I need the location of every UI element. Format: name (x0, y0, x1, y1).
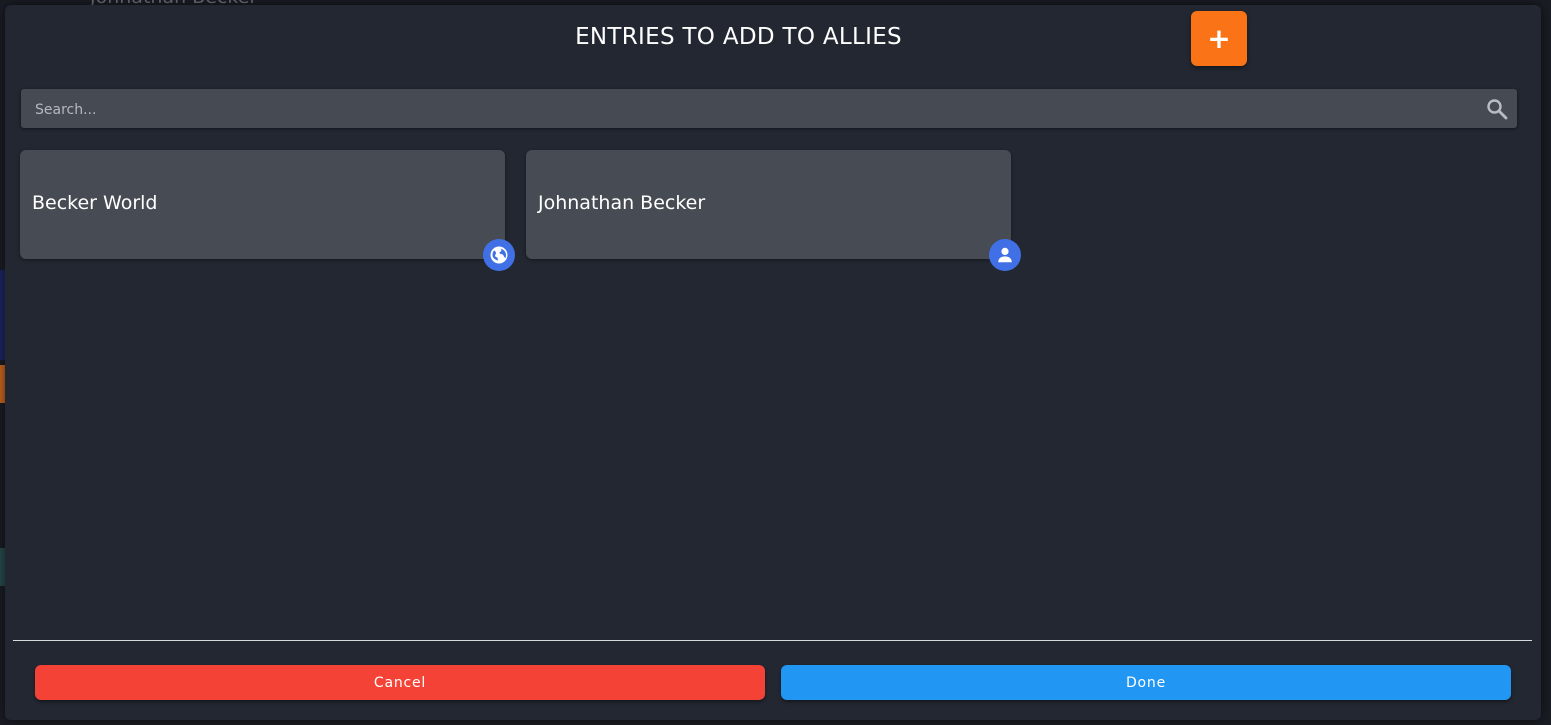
done-button[interactable]: Done (781, 665, 1511, 700)
entry-type-badge (483, 239, 515, 271)
search-input[interactable] (33, 89, 1477, 130)
person-icon (998, 247, 1012, 263)
search-bar (21, 89, 1517, 130)
add-allies-modal: ENTRIES TO ADD TO ALLIES + Becker World … (5, 5, 1541, 720)
modal-title: ENTRIES TO ADD TO ALLIES (575, 24, 902, 50)
entry-type-badge (989, 239, 1021, 271)
entry-card-becker-world[interactable]: Becker World (20, 150, 515, 271)
add-entry-button[interactable]: + (1191, 11, 1247, 66)
globe-icon (490, 246, 508, 264)
entry-card-label: Becker World (32, 192, 158, 214)
entry-card-johnathan-becker[interactable]: Johnathan Becker (526, 150, 1021, 271)
entry-card-label: Johnathan Becker (538, 192, 706, 214)
cancel-button[interactable]: Cancel (35, 665, 765, 700)
footer-divider (13, 640, 1532, 641)
search-icon[interactable] (1485, 97, 1509, 121)
